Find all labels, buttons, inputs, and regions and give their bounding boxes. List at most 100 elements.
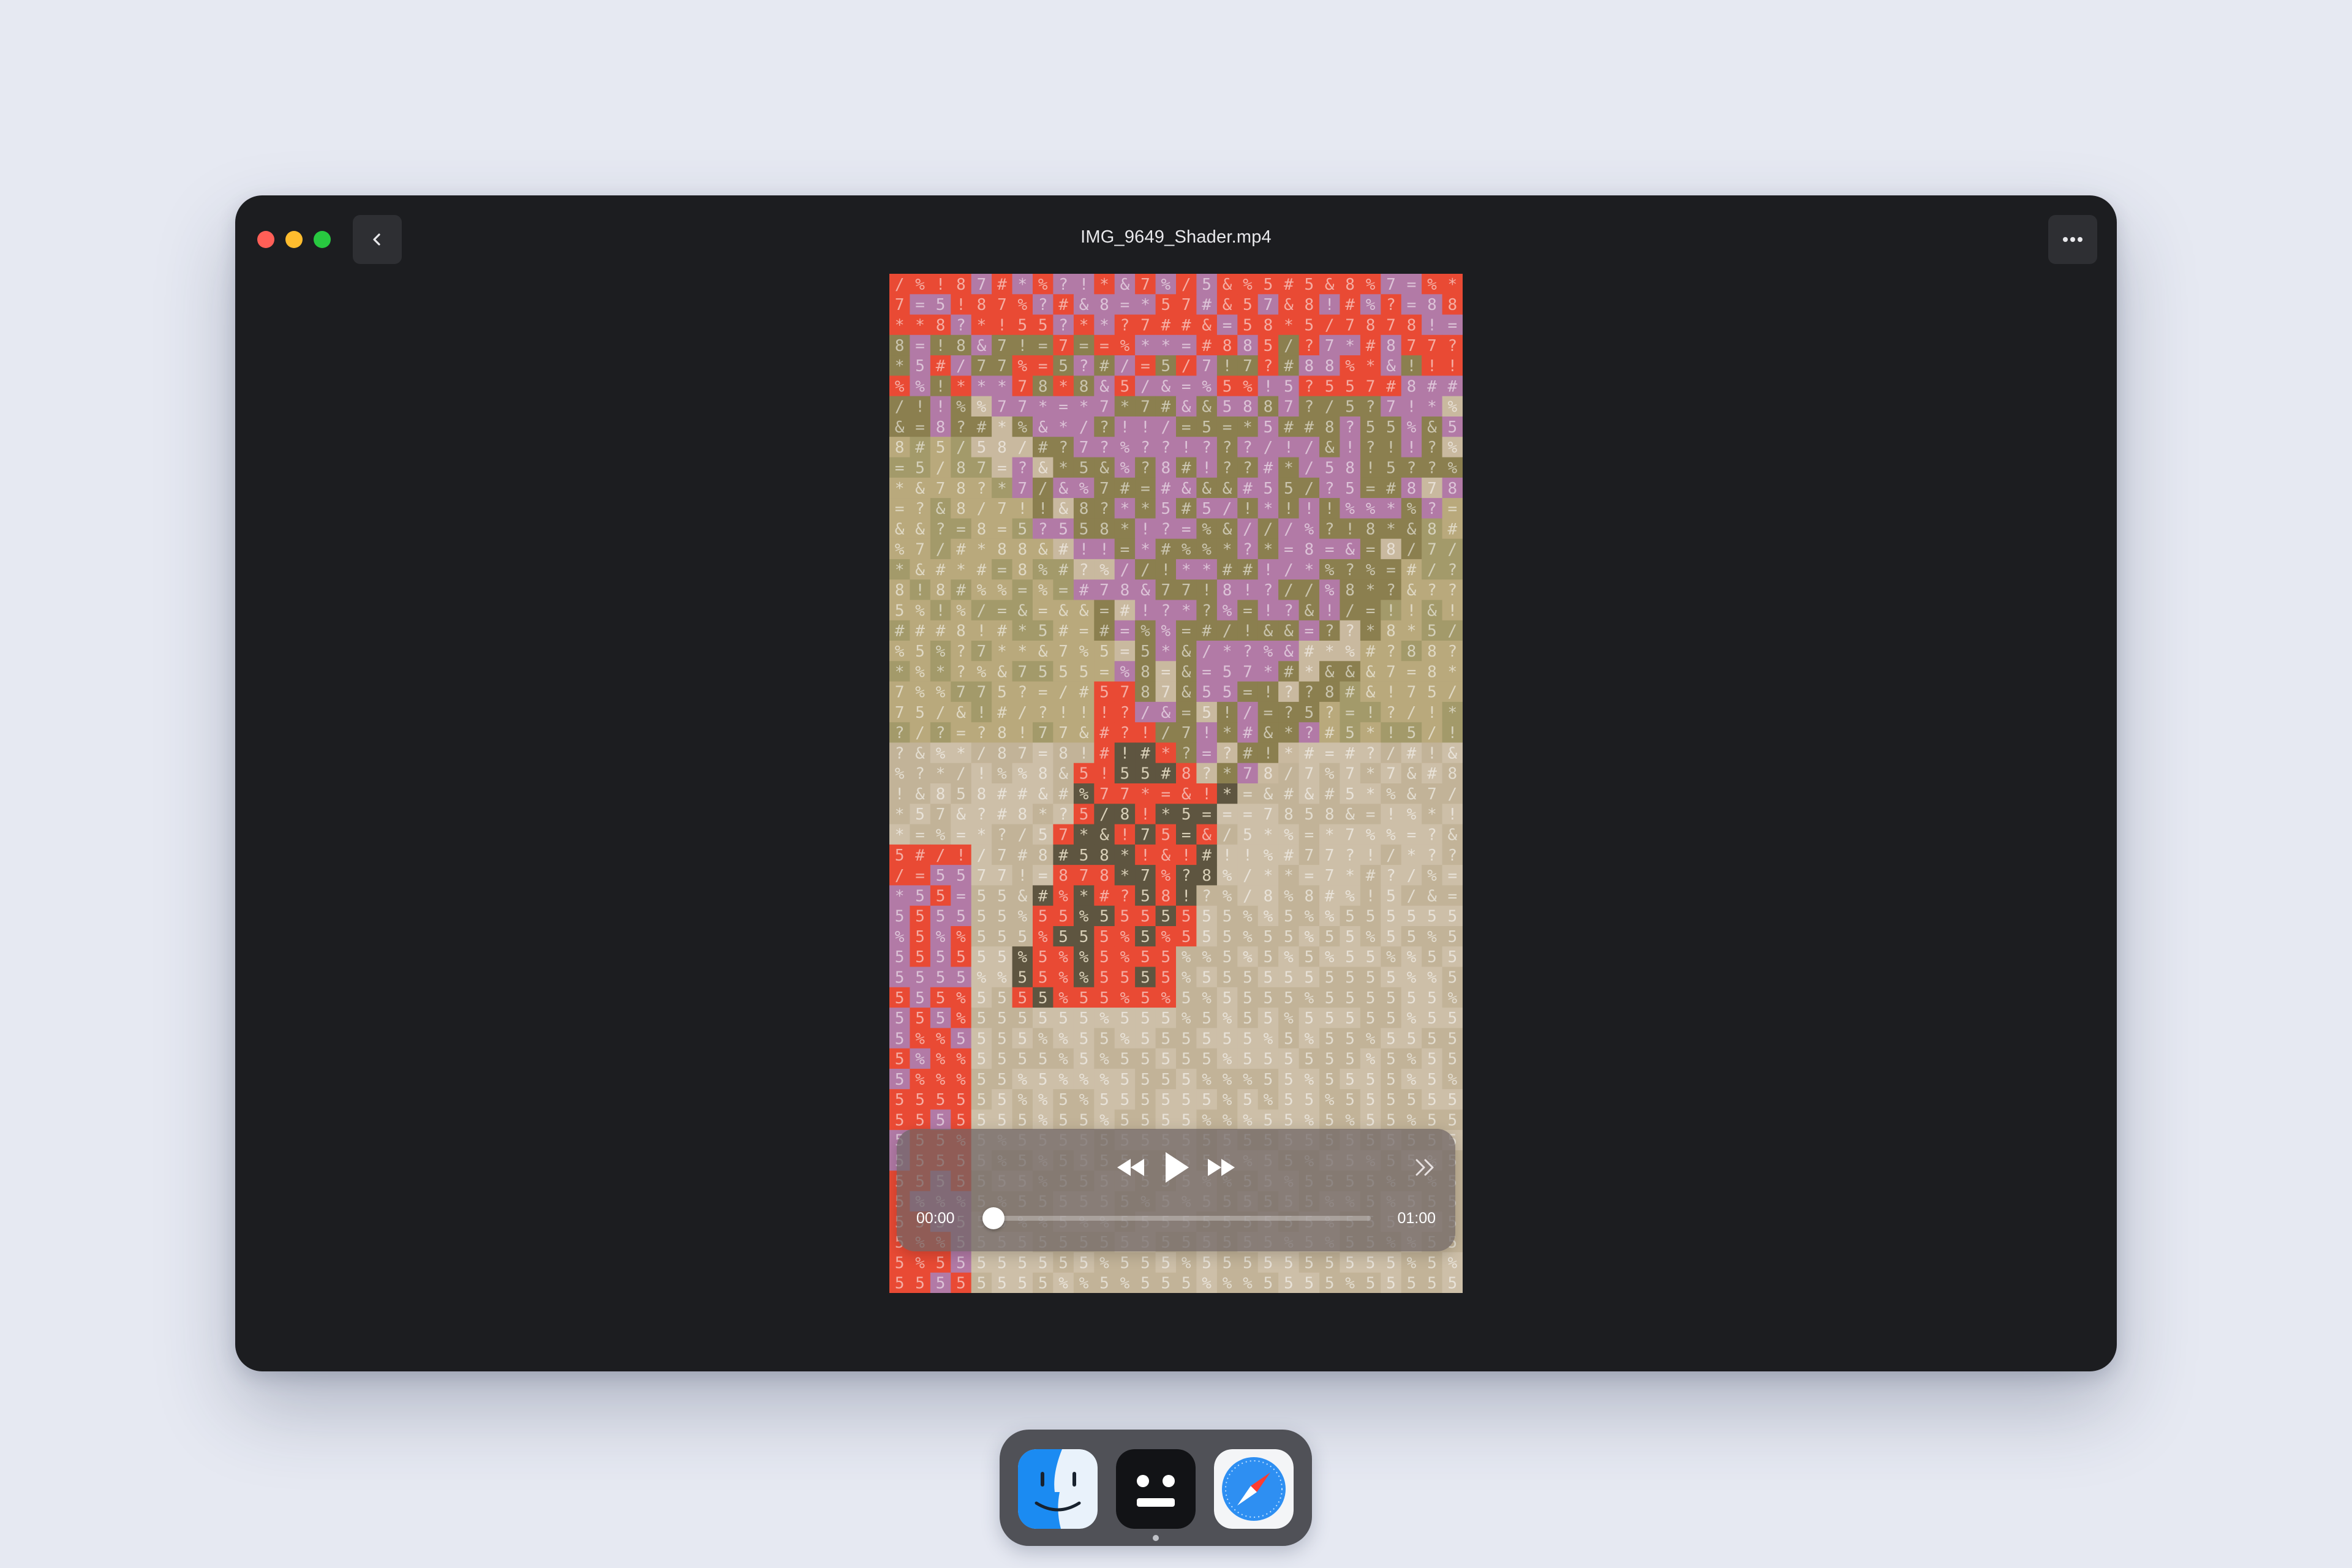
svg-text:5: 5 (1182, 989, 1191, 1008)
svg-text:7: 7 (1182, 724, 1191, 742)
svg-text:5: 5 (1223, 1030, 1232, 1048)
svg-text:%: % (1202, 541, 1212, 559)
svg-text:/: / (1243, 887, 1253, 905)
svg-text:%: % (1345, 1111, 1355, 1129)
svg-text:5: 5 (1447, 948, 1457, 967)
svg-text:*: * (1223, 785, 1232, 804)
svg-text:%: % (1202, 948, 1212, 967)
svg-text:!: ! (1202, 459, 1212, 478)
svg-text:5: 5 (1264, 1009, 1273, 1028)
svg-text:/: / (1284, 337, 1294, 355)
svg-text:#: # (1284, 785, 1294, 804)
svg-text:7: 7 (1058, 826, 1068, 845)
svg-text:%: % (1325, 1091, 1335, 1109)
svg-text:#: # (936, 357, 946, 375)
svg-text:&: & (1079, 724, 1089, 742)
svg-text:*: * (1140, 337, 1150, 355)
svg-text:5: 5 (1325, 377, 1335, 396)
svg-text:5: 5 (1017, 989, 1027, 1008)
svg-text:?: ? (1038, 520, 1048, 538)
more-options-button[interactable] (2048, 215, 2097, 264)
progress-scrubber[interactable] (982, 1207, 1371, 1229)
svg-text:8: 8 (1099, 296, 1109, 314)
svg-text:*: * (1017, 276, 1027, 294)
svg-text:%: % (1366, 561, 1376, 579)
svg-text:5: 5 (1447, 928, 1457, 946)
svg-text:7: 7 (1264, 805, 1273, 824)
svg-text:#: # (1140, 744, 1150, 763)
svg-text:=: = (1182, 622, 1191, 641)
svg-text:5: 5 (895, 1111, 905, 1129)
svg-text:%: % (1386, 785, 1396, 804)
svg-text:8: 8 (1325, 418, 1335, 437)
svg-text:?: ? (1038, 296, 1048, 314)
svg-text:?: ? (1304, 337, 1314, 355)
svg-text:&: & (1304, 601, 1314, 620)
svg-text:#: # (1264, 459, 1273, 478)
svg-text:=: = (1120, 541, 1130, 559)
play-button[interactable] (1158, 1146, 1194, 1189)
skip-forward-button[interactable] (1410, 1146, 1441, 1189)
svg-text:?: ? (1223, 459, 1232, 478)
svg-text:*: * (1182, 601, 1191, 620)
svg-text:5: 5 (1079, 989, 1089, 1008)
svg-text:5: 5 (1140, 887, 1150, 905)
svg-text:?: ? (997, 826, 1007, 845)
svg-text:5: 5 (1058, 928, 1068, 946)
svg-text:/: / (1202, 643, 1212, 661)
svg-text:5: 5 (956, 969, 966, 987)
svg-text:8: 8 (1427, 663, 1437, 681)
svg-text:5: 5 (1140, 643, 1150, 661)
svg-text:=: = (1038, 337, 1048, 355)
svg-text:8: 8 (1038, 846, 1048, 865)
svg-text:%: % (915, 1254, 925, 1272)
svg-text:?: ? (1120, 704, 1130, 722)
svg-text:/: / (1223, 500, 1232, 518)
svg-text:!: ! (1447, 357, 1457, 375)
svg-text:=: = (1345, 704, 1355, 722)
svg-text:5: 5 (936, 969, 946, 987)
svg-text:=: = (1202, 805, 1212, 824)
svg-text:5: 5 (1079, 663, 1089, 681)
svg-text:#: # (1284, 357, 1294, 375)
dock-app-robot[interactable] (1116, 1449, 1196, 1529)
rewind-button[interactable] (1112, 1146, 1149, 1189)
svg-text:*: * (1038, 398, 1048, 417)
scrubber-thumb[interactable] (982, 1207, 1005, 1229)
dock-app-safari[interactable] (1214, 1449, 1294, 1529)
svg-text:%: % (1345, 887, 1355, 905)
svg-text:8: 8 (997, 541, 1007, 559)
svg-text:5: 5 (1058, 1009, 1068, 1028)
svg-text:*: * (1223, 765, 1232, 783)
svg-text:*: * (1366, 622, 1376, 641)
svg-text:5: 5 (1182, 908, 1191, 926)
svg-text:%: % (1017, 948, 1027, 967)
dock-app-finder[interactable] (1018, 1449, 1098, 1529)
svg-text:?: ? (1325, 622, 1335, 641)
svg-text:!: ! (1120, 826, 1130, 845)
svg-text:5: 5 (1079, 1030, 1089, 1048)
svg-text:?: ? (1223, 744, 1232, 763)
svg-text:!: ! (956, 296, 966, 314)
svg-text:8: 8 (1407, 643, 1417, 661)
svg-text:7: 7 (997, 296, 1007, 314)
svg-text:5: 5 (997, 1111, 1007, 1129)
svg-text:/: / (1017, 704, 1027, 722)
svg-text:*: * (1120, 500, 1130, 518)
svg-text:=: = (1366, 805, 1376, 824)
svg-text:*: * (1120, 398, 1130, 417)
svg-text:=: = (1079, 622, 1089, 641)
svg-text:!: ! (1017, 337, 1027, 355)
svg-text:5: 5 (1017, 928, 1027, 946)
svg-text:5: 5 (1386, 1091, 1396, 1109)
svg-text:5: 5 (1161, 500, 1170, 518)
svg-text:!: ! (1386, 601, 1396, 620)
svg-text:#: # (915, 846, 925, 865)
svg-text:?: ? (977, 724, 987, 742)
svg-text:8: 8 (1447, 765, 1457, 783)
video-frame[interactable]: /%! 8 7 # *%?! * & 7%/5 &% 5 #5 & 8% 7 =% * 7 = 5! 8 7%? # & 8 =… (889, 274, 1463, 1293)
svg-text:*: * (1345, 867, 1355, 885)
svg-text:5: 5 (1345, 948, 1355, 967)
fast-forward-button[interactable] (1203, 1146, 1240, 1189)
svg-text:5: 5 (915, 1009, 925, 1028)
